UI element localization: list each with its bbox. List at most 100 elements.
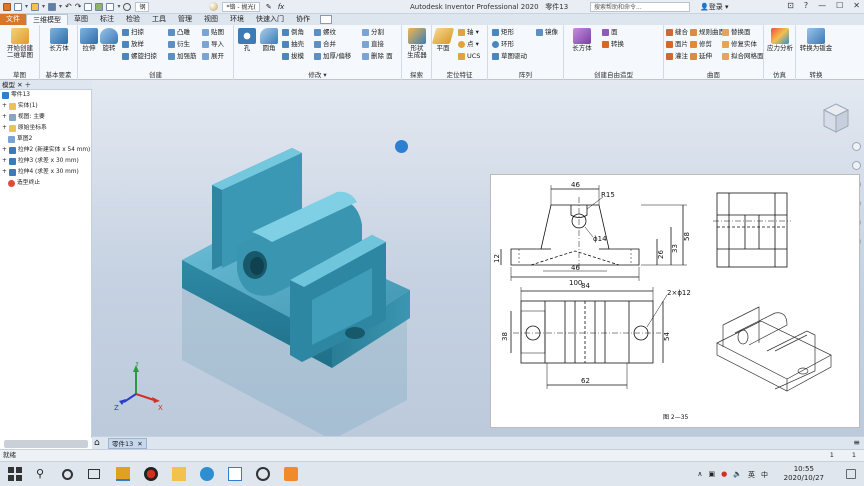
- task-view-icon[interactable]: [88, 469, 100, 479]
- save-icon[interactable]: [48, 2, 57, 11]
- fillet-button[interactable]: 圆角: [260, 28, 278, 52]
- tab-get-started[interactable]: 快速入门: [250, 14, 290, 25]
- graphics-window[interactable]: Y X Z 46 R15 ϕ14 58 33 26 12 46 100 84 2…: [92, 80, 864, 440]
- ucs-button[interactable]: UCS: [458, 52, 480, 61]
- appearance-select[interactable]: *铬 - 抛光(: [222, 1, 260, 12]
- revolve-button[interactable]: 旋转: [100, 28, 118, 52]
- undo-icon[interactable]: ↶: [65, 2, 72, 11]
- edge-icon[interactable]: [200, 467, 214, 481]
- taskbar-clock[interactable]: 10:55 2020/10/27: [784, 465, 824, 483]
- browser-node-extrude2[interactable]: + 拉伸2 (新建实体 x 54 mm): [2, 145, 90, 155]
- tab-3d-model[interactable]: 三维模型: [26, 14, 68, 25]
- close-icon[interactable]: ✕: [853, 1, 860, 10]
- tab-manage[interactable]: 管理: [172, 14, 198, 25]
- home-icon[interactable]: [84, 2, 93, 11]
- browser-node-origin[interactable]: + 原始坐标系: [2, 123, 47, 133]
- notification-icon[interactable]: [846, 469, 856, 479]
- split-button[interactable]: 分割: [362, 28, 384, 37]
- fx-button[interactable]: fx: [278, 3, 285, 11]
- tab-environments[interactable]: 环境: [224, 14, 250, 25]
- redo-icon[interactable]: ↷: [75, 2, 82, 11]
- import-button[interactable]: 导入: [202, 40, 224, 49]
- panel-toggle-icon[interactable]: [320, 15, 332, 24]
- trim-button[interactable]: 修剪: [690, 40, 712, 49]
- circular-pattern-button[interactable]: 环形: [492, 40, 514, 49]
- repair-bodies-button[interactable]: 修复实体: [722, 40, 757, 49]
- expand-icon[interactable]: +: [2, 112, 7, 122]
- tab-menu-icon[interactable]: ≡: [853, 438, 860, 447]
- expand-icon[interactable]: +: [2, 156, 7, 166]
- thicken-offset-button[interactable]: 加厚/偏移: [314, 52, 351, 61]
- rectangular-pattern-button[interactable]: 矩形: [492, 28, 514, 37]
- view-cube[interactable]: [822, 102, 850, 136]
- derive-button[interactable]: 衍生: [168, 40, 190, 49]
- hole-button[interactable]: 孔: [238, 28, 256, 52]
- browser-header[interactable]: 模型 ✕ ＋: [0, 80, 92, 90]
- freeform-face-button[interactable]: 面: [602, 28, 618, 37]
- tab-tools[interactable]: 工具: [146, 14, 172, 25]
- chevron-up-icon[interactable]: ∧: [697, 470, 702, 480]
- tab-inspect[interactable]: 检验: [120, 14, 146, 25]
- shell-button[interactable]: 抽壳: [282, 40, 304, 49]
- help-icon[interactable]: ?: [804, 1, 808, 10]
- unfold-button[interactable]: 展开: [202, 52, 224, 61]
- cart-icon[interactable]: ⊡: [787, 1, 794, 10]
- start-2d-sketch-button[interactable]: 开始创建 二维草图: [3, 28, 37, 59]
- browser-node-view[interactable]: + 视图: 主要: [2, 112, 45, 122]
- convert-sheetmetal-button[interactable]: 转换为钣金: [798, 28, 834, 52]
- shape-generator-button[interactable]: 形状 生成器: [405, 28, 429, 59]
- chevron-down-icon[interactable]: ▾: [117, 3, 120, 10]
- ruled-surface-button[interactable]: 规则曲面: [690, 28, 725, 37]
- sweep-button[interactable]: 扫掠: [122, 28, 144, 37]
- file-explorer-icon[interactable]: [172, 467, 186, 481]
- steering-wheel-icon[interactable]: [851, 142, 861, 151]
- chevron-down-icon[interactable]: ▾: [25, 3, 28, 10]
- close-tab-icon[interactable]: ✕: [137, 439, 142, 448]
- minimize-icon[interactable]: —: [818, 1, 826, 10]
- search-icon[interactable]: ⚲: [36, 467, 50, 481]
- browser-node-bodies[interactable]: + 实体(1): [2, 101, 38, 111]
- maximize-icon[interactable]: ☐: [836, 1, 843, 10]
- stitch-button[interactable]: 缝合: [666, 28, 688, 37]
- browser-scrollbar[interactable]: [4, 440, 88, 448]
- network-icon[interactable]: ▣: [709, 470, 716, 480]
- record-icon[interactable]: ●: [721, 470, 727, 480]
- rib-button[interactable]: 加强筋: [168, 52, 197, 61]
- app-taskbar-icon[interactable]: [284, 467, 298, 481]
- plane-button[interactable]: 平面: [431, 28, 455, 52]
- direct-edit-button[interactable]: 直接: [362, 40, 384, 49]
- new-icon[interactable]: [14, 2, 22, 11]
- sculpt-button[interactable]: 灌注: [666, 52, 688, 61]
- tab-view[interactable]: 视图: [198, 14, 224, 25]
- browser-node-sketch2[interactable]: 草图2: [2, 134, 32, 144]
- recorder-taskbar-icon[interactable]: [144, 467, 158, 481]
- axis-button[interactable]: 轴 ▾: [458, 28, 479, 37]
- clock-app-icon[interactable]: [256, 467, 270, 481]
- open-icon[interactable]: [31, 2, 40, 11]
- delete-face-button[interactable]: 删除 面: [362, 52, 393, 61]
- patch-button[interactable]: 面片: [666, 40, 688, 49]
- coil-button[interactable]: 螺旋扫掠: [122, 52, 157, 61]
- stress-analysis-button[interactable]: 应力分析: [766, 28, 794, 52]
- tab-collaborate[interactable]: 协作: [290, 14, 316, 25]
- tab-sketch[interactable]: 草图: [68, 14, 94, 25]
- expand-icon[interactable]: +: [2, 167, 7, 177]
- expand-icon[interactable]: +: [2, 101, 7, 111]
- chevron-down-icon[interactable]: ▾: [42, 3, 45, 10]
- windows-start-icon[interactable]: [8, 467, 22, 481]
- browser-node-extrude3[interactable]: + 拉伸3 (求差 x 30 mm): [2, 156, 79, 166]
- update-icon[interactable]: [95, 2, 104, 11]
- combine-button[interactable]: 合并: [314, 40, 336, 49]
- tab-file[interactable]: 文件: [0, 14, 26, 25]
- extend-button[interactable]: 延伸: [690, 52, 712, 61]
- part-model[interactable]: [172, 140, 492, 440]
- extrude-button[interactable]: 拉伸: [80, 28, 98, 52]
- ime-english[interactable]: 英: [748, 470, 755, 480]
- browser-node-part[interactable]: 零件13: [2, 90, 30, 100]
- chamfer-button[interactable]: 倒角: [282, 28, 304, 37]
- ime-language[interactable]: 中: [761, 470, 768, 480]
- volume-icon[interactable]: 🔈: [733, 470, 742, 480]
- chevron-down-icon[interactable]: ▾: [59, 3, 62, 10]
- tab-annotate[interactable]: 标注: [94, 14, 120, 25]
- clear-appearance-icon[interactable]: ✎: [266, 3, 272, 11]
